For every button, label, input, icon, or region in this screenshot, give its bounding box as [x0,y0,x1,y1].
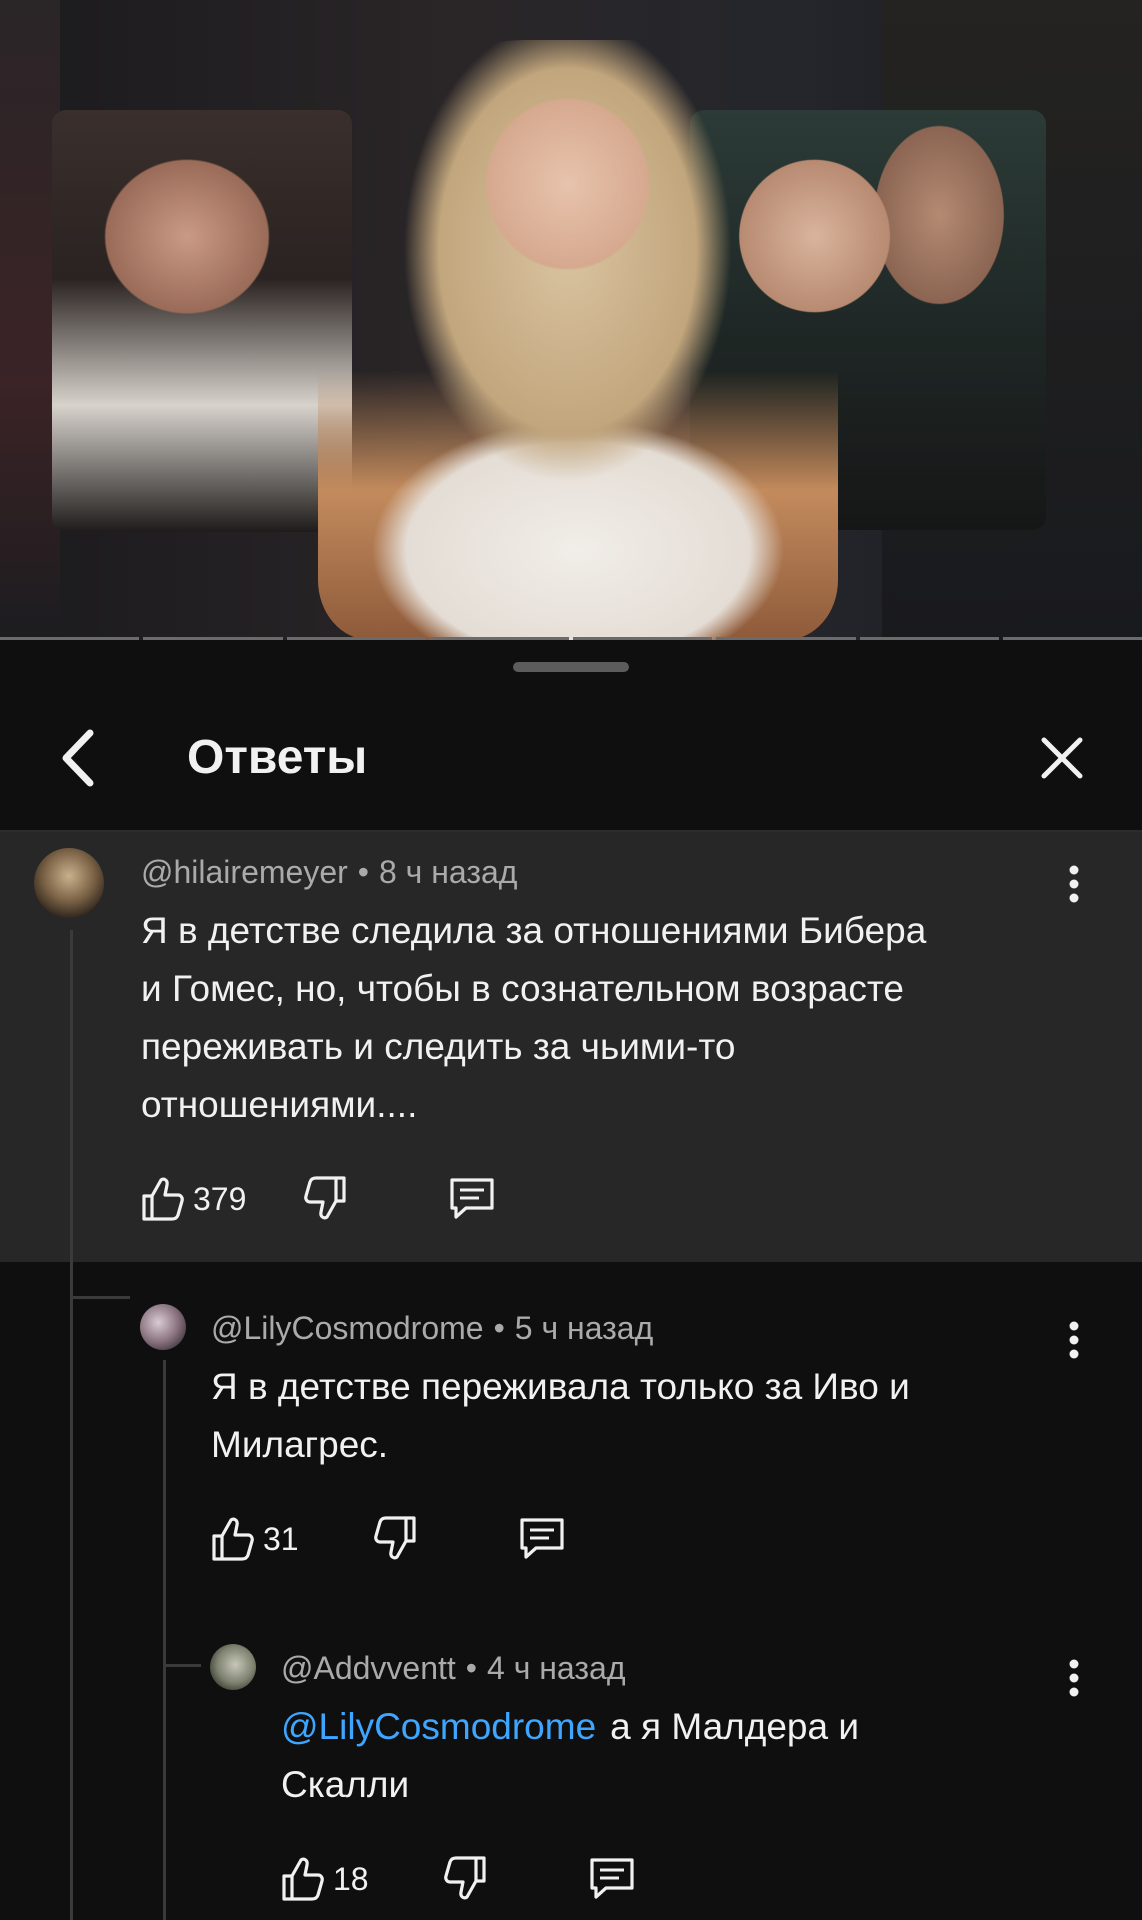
like-button[interactable]: 379 [141,1176,246,1222]
video-chapter-progress[interactable] [0,637,1142,640]
comment-text: Я в детстве следила за отношениями Бибер… [141,902,926,1134]
comment-author[interactable]: @Addvventt [281,1650,456,1686]
more-vertical-icon [1069,1321,1079,1359]
comment-text-line: Милагрес. [211,1424,389,1465]
close-button[interactable] [1034,730,1090,786]
comment-text-fragment: а я Малдера и [610,1706,860,1747]
comment-icon [450,1178,494,1219]
reply-button[interactable] [587,1855,637,1906]
chapter-segment [1002,637,1142,640]
comment-icon [520,1518,564,1559]
sheet-header: Ответы [0,716,1142,802]
dislike-button[interactable] [443,1855,487,1906]
like-button[interactable]: 31 [211,1516,299,1562]
comment-meta: @Addvventt • 4 ч назад [281,1650,626,1686]
comment-text-line: и Гомес, но, чтобы в сознательном возрас… [141,968,904,1009]
chapter-segment [859,637,999,640]
chapter-segment [0,637,140,640]
thumbs-up-icon [282,1857,324,1901]
chapter-segment [716,637,856,640]
comment-text-line: Скалли [281,1764,410,1805]
thumbs-down-icon [374,1516,416,1560]
comment-meta: @hilairemeyer • 8 ч назад [141,854,518,890]
drag-handle[interactable] [513,662,629,672]
comment-text-line: Я в детстве следила за отношениями Бибер… [141,910,927,951]
chevron-left-icon [62,729,94,787]
comment-more-button[interactable] [1054,854,1094,914]
reply-button[interactable] [447,1175,497,1226]
comment-text-line: @LilyCosmodrome а я Малдера и [281,1698,859,1756]
like-button[interactable]: 18 [281,1856,369,1902]
comment-time: 8 ч назад [378,854,518,890]
comment-time: 5 ч назад [514,1310,654,1346]
dislike-button[interactable] [373,1515,417,1566]
comment-time: 4 ч назад [487,1650,626,1686]
more-vertical-icon [1069,865,1079,903]
close-icon [1041,737,1083,779]
comment-more-button[interactable] [1054,1310,1094,1370]
avatar[interactable] [34,848,104,918]
video-background [0,0,60,640]
chapter-segment [429,637,569,640]
thread-line [163,1664,201,1667]
thread-line [70,930,73,1920]
avatar[interactable] [140,1304,186,1350]
back-button[interactable] [52,728,104,788]
thumbs-up-icon [212,1517,254,1561]
comment-text-line: переживать и следить за чьими-то [141,1026,736,1067]
thumbs-up-icon [142,1177,184,1221]
comment-actions: 31 [211,1512,591,1566]
like-count: 31 [263,1520,299,1557]
comment-icon [590,1858,634,1899]
comment-more-button[interactable] [1054,1648,1094,1708]
thread-line [163,1360,166,1920]
comment-meta: @LilyCosmodrome • 5 ч назад [211,1310,654,1346]
reply-button[interactable] [517,1515,567,1566]
comment-author[interactable]: @LilyCosmodrome [211,1310,484,1346]
dislike-button[interactable] [303,1175,347,1226]
comment-author[interactable]: @hilairemeyer [141,854,348,890]
comment-actions: 18 [281,1852,661,1906]
comment-actions: 379 [141,1172,521,1226]
mention-link[interactable]: @LilyCosmodrome [281,1706,596,1747]
video-player[interactable] [0,0,1142,640]
thumbs-down-icon [304,1176,346,1220]
comment-text-line: отношениями.... [141,1084,418,1125]
comment-text-line: Я в детстве переживала только за Иво и [211,1366,910,1407]
like-count: 18 [333,1860,369,1897]
chapter-segment [573,637,713,640]
chapter-segment [286,637,426,640]
comment-text: Я в детстве переживала только за Иво и М… [211,1358,910,1474]
sheet-title: Ответы [187,731,368,784]
thumbs-down-icon [444,1856,486,1900]
comment-text: @LilyCosmodrome а я Малдера и Скалли [281,1698,859,1814]
video-inset-photo-left [52,110,352,532]
chapter-segment [143,637,283,640]
like-count: 379 [193,1180,247,1217]
more-vertical-icon [1069,1659,1079,1697]
avatar[interactable] [210,1644,256,1690]
thread-line [70,1296,130,1299]
video-host-figure [318,40,838,640]
